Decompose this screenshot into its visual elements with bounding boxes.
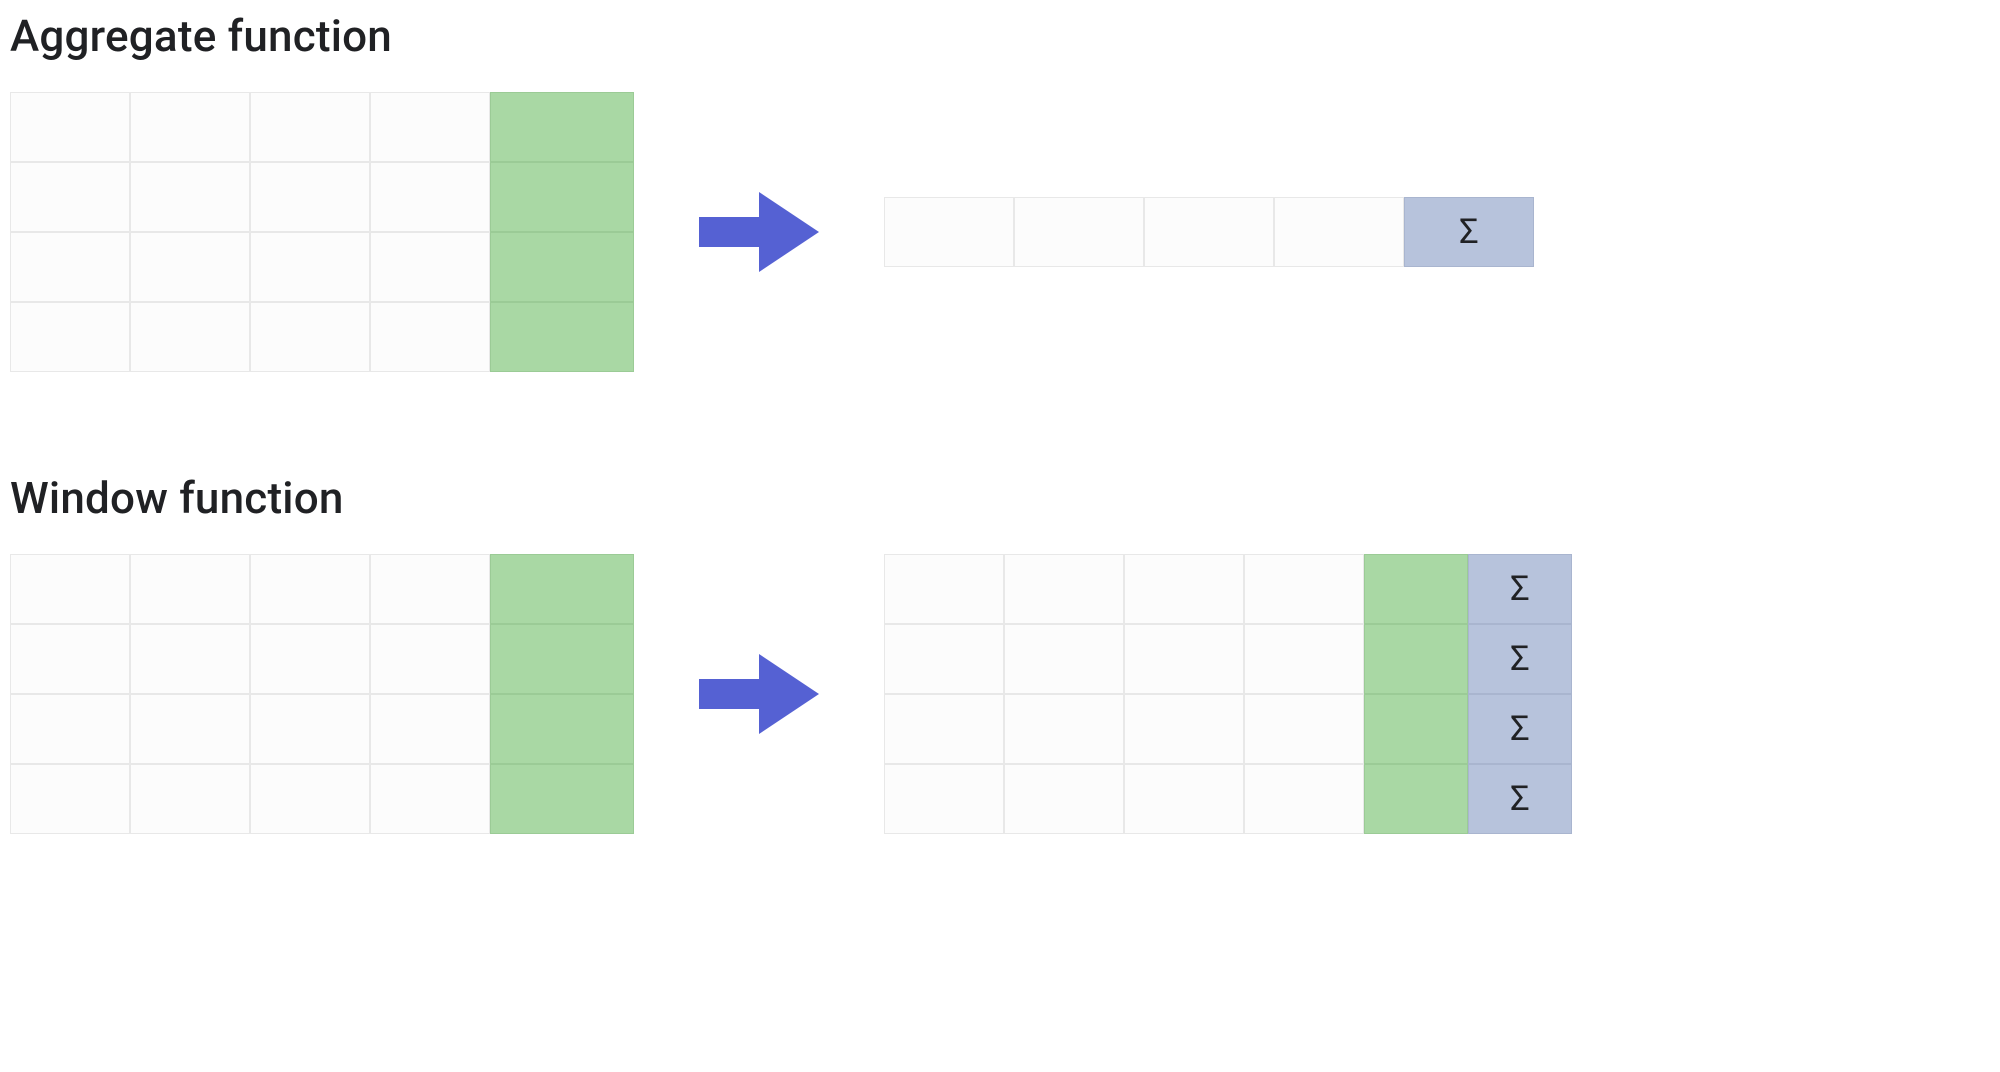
aggregate-heading: Aggregate function (10, 10, 1990, 62)
cell (370, 554, 490, 624)
cell (130, 302, 250, 372)
highlight-cell (490, 92, 634, 162)
cell (370, 694, 490, 764)
cell (1004, 624, 1124, 694)
cell (1014, 197, 1144, 267)
table-row (10, 694, 634, 764)
highlight-cell (490, 302, 634, 372)
table-row (10, 554, 634, 624)
sigma-cell: Σ (1468, 694, 1572, 764)
cell (10, 232, 130, 302)
cell (884, 624, 1004, 694)
table-row: Σ (884, 624, 1572, 694)
cell (884, 197, 1014, 267)
cell (1124, 764, 1244, 834)
table-row: Σ (884, 197, 1534, 267)
highlight-cell (1364, 624, 1468, 694)
table-row (10, 624, 634, 694)
highlight-cell (490, 694, 634, 764)
cell (10, 302, 130, 372)
cell (1004, 764, 1124, 834)
cell (10, 554, 130, 624)
table-row (10, 764, 634, 834)
cell (370, 232, 490, 302)
cell (1244, 554, 1364, 624)
cell (250, 764, 370, 834)
cell (1124, 694, 1244, 764)
table-row: Σ (884, 764, 1572, 834)
cell (130, 764, 250, 834)
cell (130, 694, 250, 764)
cell (1144, 197, 1274, 267)
cell (1244, 694, 1364, 764)
cell (370, 162, 490, 232)
sigma-cell: Σ (1468, 764, 1572, 834)
cell (130, 554, 250, 624)
cell (370, 92, 490, 162)
cell (1004, 694, 1124, 764)
highlight-cell (490, 162, 634, 232)
cell (1274, 197, 1404, 267)
highlight-cell (490, 764, 634, 834)
aggregate-row: Σ (10, 92, 1990, 372)
cell (1124, 554, 1244, 624)
cell (130, 232, 250, 302)
arrow-icon (694, 649, 824, 739)
highlight-cell (490, 554, 634, 624)
table-row: Σ (884, 554, 1572, 624)
cell (884, 554, 1004, 624)
cell (10, 92, 130, 162)
sigma-cell: Σ (1468, 624, 1572, 694)
cell (250, 302, 370, 372)
cell (250, 554, 370, 624)
cell (370, 624, 490, 694)
cell (250, 624, 370, 694)
highlight-cell (1364, 694, 1468, 764)
window-section: Window function (10, 472, 1990, 834)
table-row: Σ (884, 694, 1572, 764)
cell (250, 232, 370, 302)
arrow-icon (694, 187, 824, 277)
cell (1004, 554, 1124, 624)
cell (130, 92, 250, 162)
cell (130, 624, 250, 694)
table-row (10, 92, 634, 162)
aggregate-section: Aggregate function (10, 10, 1990, 372)
window-row: Σ Σ Σ (10, 554, 1990, 834)
cell (250, 694, 370, 764)
highlight-cell (1364, 554, 1468, 624)
cell (1244, 624, 1364, 694)
sigma-cell: Σ (1468, 554, 1572, 624)
cell (10, 162, 130, 232)
cell (10, 624, 130, 694)
window-output-table: Σ Σ Σ (884, 554, 1572, 834)
cell (370, 302, 490, 372)
cell (1244, 764, 1364, 834)
highlight-cell (1364, 764, 1468, 834)
cell (884, 694, 1004, 764)
table-row (10, 162, 634, 232)
cell (1124, 624, 1244, 694)
window-input-table (10, 554, 634, 834)
aggregate-output-table: Σ (884, 197, 1534, 267)
highlight-cell (490, 232, 634, 302)
cell (10, 694, 130, 764)
cell (370, 764, 490, 834)
cell (130, 162, 250, 232)
aggregate-input-table (10, 92, 634, 372)
sigma-cell: Σ (1404, 197, 1534, 267)
table-row (10, 232, 634, 302)
cell (250, 92, 370, 162)
window-heading: Window function (10, 472, 1990, 524)
table-row (10, 302, 634, 372)
highlight-cell (490, 624, 634, 694)
cell (10, 764, 130, 834)
cell (884, 764, 1004, 834)
cell (250, 162, 370, 232)
